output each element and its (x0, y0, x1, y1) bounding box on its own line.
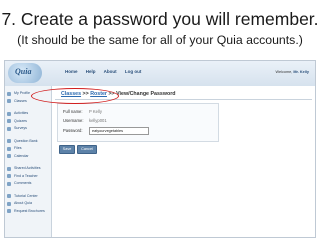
user-icon (7, 91, 11, 96)
sidebar-item-label: Comments (14, 181, 32, 185)
username-value: kellyp001 (89, 118, 107, 123)
highlight-circle (31, 88, 119, 104)
sidebar-item-request-brochures[interactable]: Request Brochures (5, 208, 51, 216)
sidebar-item-quizzes[interactable]: Quizzes (5, 118, 51, 126)
quizzes-icon (7, 119, 11, 124)
activities-icon (7, 111, 11, 116)
cancel-button[interactable]: Cancel (77, 145, 97, 154)
sidebar-item-shared-activities[interactable]: Shared Activities (5, 165, 51, 173)
sidebar: My Profile Classes Activities Quizzes Su… (5, 86, 52, 237)
password-label: Password: (63, 128, 83, 133)
comments-icon (7, 181, 11, 186)
sidebar-item-label: Tutorial Center (14, 193, 38, 198)
username-row: Username: kellyp001 (63, 118, 107, 123)
sidebar-item-find-a-teacher[interactable]: Find a Teacher (5, 173, 51, 181)
welcome-label: Welcome, (275, 70, 293, 74)
sidebar-item-label: Quizzes (14, 118, 27, 123)
quia-logo[interactable]: Quia (8, 63, 42, 83)
top-bar: Quia Home Help About Log out Welcome, Mr… (5, 61, 315, 86)
sidebar-item-label: Find a Teacher (14, 173, 38, 178)
password-input[interactable]: eatyourvegetables (89, 127, 149, 135)
calendar-icon (7, 154, 11, 159)
tutorial-icon (7, 194, 11, 199)
sidebar-item-comments[interactable]: Comments (5, 180, 51, 188)
sidebar-item-label: Question Bank (14, 138, 38, 143)
quia-screenshot: Quia Home Help About Log out Welcome, Mr… (4, 60, 316, 238)
fullname-value: P Kelly (89, 109, 102, 114)
brochure-icon (7, 209, 11, 214)
find-icon (7, 174, 11, 179)
surveys-icon (7, 126, 11, 131)
sidebar-item-label: My Profile (14, 91, 30, 95)
sidebar-item-surveys[interactable]: Surveys (5, 125, 51, 133)
sidebar-item-question-bank[interactable]: Question Bank (5, 138, 51, 146)
sidebar-item-tutorial-center[interactable]: Tutorial Center (5, 193, 51, 201)
fullname-label: Full name: (63, 109, 83, 114)
save-button[interactable]: Save (59, 145, 75, 154)
top-nav: Home Help About Log out (65, 69, 148, 74)
fullname-row: Full name: P Kelly (63, 109, 102, 114)
sidebar-item-label: Files (14, 146, 22, 150)
question-bank-icon (7, 139, 11, 144)
username-label: Username: (63, 118, 84, 123)
sidebar-item-label: Request Brochures (14, 208, 45, 213)
sidebar-item-label: Calendar (14, 153, 29, 158)
classes-icon (7, 99, 11, 104)
sidebar-item-files[interactable]: Files (5, 145, 51, 153)
nav-about[interactable]: About (104, 69, 117, 74)
sidebar-item-calendar[interactable]: Calendar (5, 153, 51, 161)
sidebar-item-label: Classes (14, 98, 27, 103)
welcome-text: Welcome, Mr. Kelly (276, 70, 310, 74)
info-icon (7, 201, 11, 206)
sidebar-item-activities[interactable]: Activities (5, 110, 51, 118)
slide-subtitle: (It should be the same for all of your Q… (17, 33, 303, 47)
password-form: Full name: P Kelly Username: kellyp001 Pas… (57, 103, 219, 142)
breadcrumb-current: View/Change Password (116, 91, 176, 97)
welcome-user: Mr. Kelly (293, 70, 309, 74)
sidebar-item-label: Surveys (14, 126, 27, 130)
sidebar-item-label: Shared Activities (14, 166, 41, 170)
password-row: Password: eatyourvegetables (63, 127, 149, 135)
sidebar-item-label: Activities (14, 111, 29, 115)
nav-logout[interactable]: Log out (125, 69, 142, 74)
nav-home[interactable]: Home (65, 69, 78, 74)
sidebar-item-about-quia[interactable]: About Quia (5, 200, 51, 208)
sidebar-item-label: About Quia (14, 201, 32, 205)
shared-icon (7, 166, 11, 171)
logo-text: Quia (15, 67, 32, 76)
files-icon (7, 146, 11, 151)
slide-title: 7. Create a password you will remember. (1, 9, 319, 29)
nav-help[interactable]: Help (86, 69, 96, 74)
